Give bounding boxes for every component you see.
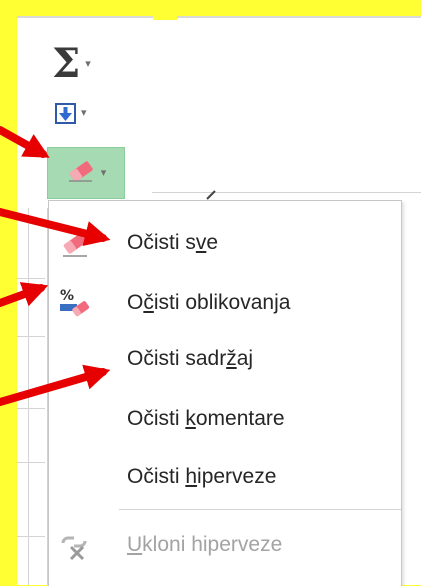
ribbon-group-fragment (205, 188, 217, 200)
menu-item-label: Očisti oblikovanja (127, 291, 291, 314)
clear-dropdown-menu: Očisti sve % Očisti oblikovanja Očisti s… (48, 200, 402, 586)
caret-down-icon: ▾ (85, 57, 91, 70)
remove-hyperlink-icon (59, 529, 91, 561)
menu-item-clear-formats[interactable]: % Očisti oblikovanja (49, 273, 401, 333)
clear-button[interactable]: ▾ (47, 147, 125, 199)
eraser-icon (66, 159, 96, 188)
caret-down-icon: ▾ (81, 107, 87, 119)
svg-text:%: % (60, 288, 74, 304)
sigma-icon: Σ (52, 40, 81, 87)
grid-line (17, 278, 45, 279)
autosum-button[interactable]: Σ ▾ (52, 44, 91, 84)
grid-line (17, 462, 45, 463)
grid-line (17, 408, 45, 409)
menu-item-clear-comments[interactable]: Očisti komentare (49, 389, 401, 449)
grid-line (152, 192, 421, 193)
clear-formats-icon: % (59, 287, 91, 319)
grid-line (17, 336, 45, 337)
menu-item-label: Ukloni hiperveze (127, 533, 283, 556)
menu-item-label: Očisti sve (127, 231, 219, 254)
fill-down-icon (55, 103, 76, 124)
fill-button[interactable]: ▾ (55, 103, 87, 124)
menu-item-remove-hyperlinks: Ukloni hiperveze (49, 515, 401, 575)
caret-down-icon: ▾ (100, 166, 107, 179)
ribbon-top-border (17, 16, 421, 18)
ribbon-border-gap (153, 16, 177, 20)
menu-item-label: Očisti sadržaj (127, 347, 254, 370)
grid-line (17, 536, 45, 537)
grid-line (28, 208, 29, 585)
menu-item-clear-hyperlinks[interactable]: Očisti hiperveze (49, 447, 401, 507)
menu-separator (119, 509, 401, 510)
menu-item-clear-all[interactable]: Očisti sve (49, 213, 401, 273)
menu-item-label: Očisti hiperveze (127, 465, 277, 488)
menu-item-clear-contents[interactable]: Očisti sadržaj (49, 329, 401, 389)
menu-item-label: Očisti komentare (127, 407, 285, 430)
eraser-icon (59, 227, 91, 259)
